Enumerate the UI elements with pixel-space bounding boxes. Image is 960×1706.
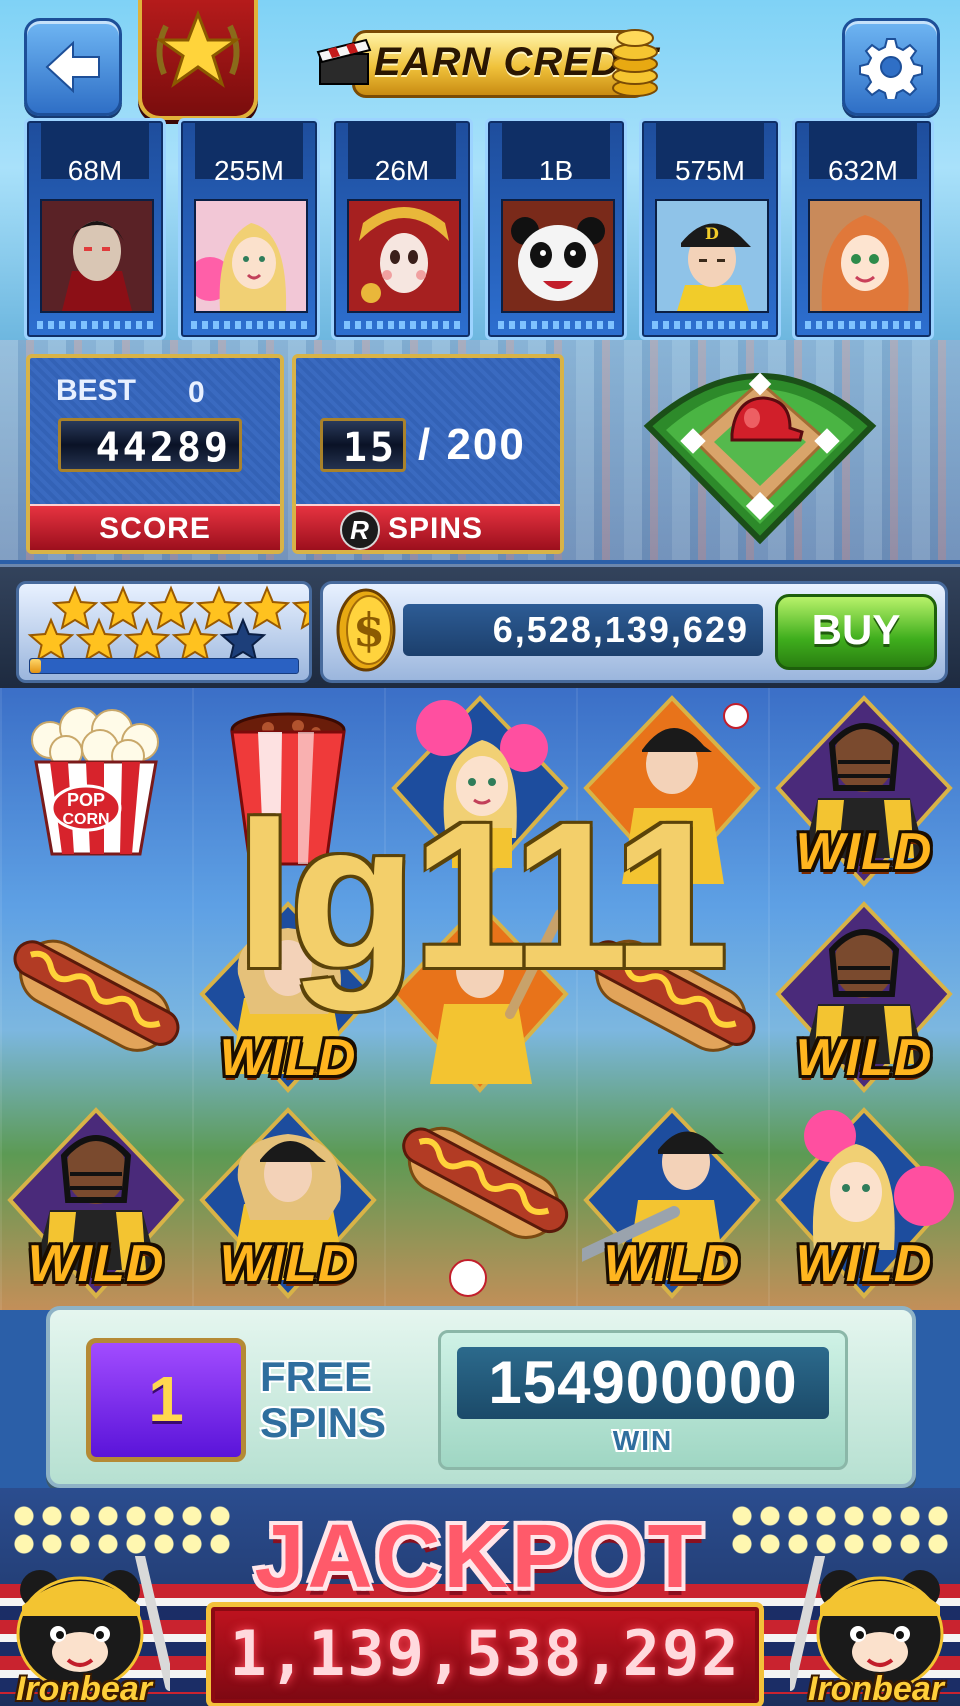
redhead-girl-avatar: [808, 199, 922, 313]
player-card-dots: [498, 321, 614, 329]
reel-cell-pitcher-wild: WILD: [192, 1100, 384, 1300]
player-credit: 1B: [538, 155, 574, 186]
gold-star-laurel-icon: [155, 9, 241, 88]
player-card-6[interactable]: 632M: [792, 118, 934, 340]
player-card-4[interactable]: 1B: [485, 118, 627, 340]
wild-label: WILD: [603, 1235, 741, 1293]
vampire-avatar: [40, 199, 154, 313]
player-credit: 26M: [374, 155, 430, 186]
free-spins-label: FREE SPINS: [260, 1354, 386, 1446]
status-bar: $ 6,528,139,629 BUY: [0, 564, 960, 694]
back-arrow-icon: [45, 40, 100, 94]
earn-credit-button[interactable]: EARN CREDIT: [316, 22, 660, 100]
best-value: 0: [188, 376, 205, 409]
ironbear-logo-right: Ironbear: [807, 1670, 945, 1706]
spins-panel: 15 / 200 R SPINS: [292, 354, 564, 554]
xp-progress-fill: [30, 659, 41, 673]
slot-game-screen: EARN CREDIT 68M 255M 26M 1B 575M D 632M …: [0, 0, 960, 1706]
wild-label: WILD: [795, 1235, 933, 1293]
spins-counter: 15: [320, 418, 406, 472]
player-credit: 255M: [213, 155, 285, 186]
buy-button[interactable]: BUY: [775, 594, 937, 670]
player-card-dots: [344, 321, 460, 329]
cheerleader-avatar: [194, 199, 308, 313]
score-footer: SCORE: [30, 504, 280, 550]
opera-girl-avatar: [347, 199, 461, 313]
baseball-diamond-helmet-icon[interactable]: [640, 356, 880, 548]
player-card-5[interactable]: 575M D: [639, 118, 781, 340]
reel-cell-cheerleader-wild: WILD: [768, 1100, 960, 1300]
score-label: SCORE: [99, 512, 211, 545]
back-button[interactable]: [24, 18, 122, 116]
panda-avatar: [501, 199, 615, 313]
win-box: 154900000 WIN: [438, 1330, 848, 1470]
best-label: BEST: [56, 374, 137, 407]
spins-footer: R SPINS: [296, 504, 560, 550]
rank-badge[interactable]: [138, 0, 258, 120]
wild-label: WILD: [795, 1029, 933, 1087]
wild-label: WILD: [219, 1235, 357, 1293]
player-card-1[interactable]: 68M: [24, 118, 166, 340]
clapperboard-icon: [316, 38, 372, 85]
star-filled-icon: [291, 599, 309, 630]
player-card-2[interactable]: 255M: [178, 118, 320, 340]
player-credit: 575M: [674, 155, 746, 186]
svg-text:D: D: [705, 224, 719, 243]
dollar-coin-icon: $: [336, 588, 396, 672]
win-amount: 154900000: [457, 1347, 829, 1419]
player-card-dots: [805, 321, 921, 329]
hotdog-icon: [402, 1126, 569, 1297]
settings-button[interactable]: [842, 18, 940, 116]
reel-cell-catcher-wild: WILD: [0, 1100, 192, 1300]
coin-balance-box: $ 6,528,139,629 BUY: [320, 581, 948, 683]
wild-label: WILD: [219, 1029, 357, 1087]
free-spins-count: 1: [86, 1338, 246, 1462]
svg-text:$: $: [353, 603, 385, 657]
wild-label: WILD: [27, 1235, 165, 1293]
player-credit: 68M: [67, 155, 123, 186]
win-label: WIN: [612, 1425, 674, 1456]
star-filled-icon: [99, 585, 147, 630]
star-filled-icon: [51, 585, 99, 630]
gear-icon: [859, 38, 923, 99]
free-spins-label-line-2: SPINS: [260, 1399, 387, 1446]
player-credit: 632M: [827, 155, 899, 186]
level-stars: [27, 585, 309, 662]
ironbear-logo-left: Ironbear: [15, 1670, 153, 1706]
jackpot-area: JACKPOT 1,139,538,292 Ironbear Ironbear: [0, 1488, 960, 1706]
reel-cell-batter-wild: WILD: [576, 1100, 768, 1300]
free-spins-label-line-1: FREE: [260, 1353, 373, 1400]
player-card-dots: [191, 321, 307, 329]
spins-total: / 200: [418, 420, 526, 469]
gold-coins-icon: [612, 29, 658, 97]
score-panel: BEST 0 44289 SCORE: [26, 354, 284, 554]
coin-balance: 6,528,139,629: [403, 604, 763, 656]
player-card-dots: [37, 321, 153, 329]
jackpot-amount: 1,139,538,292: [229, 1617, 741, 1690]
r-logo: R: [340, 510, 380, 550]
reel-cell-hotdog: [384, 1100, 576, 1300]
score-counter: 44289: [58, 418, 242, 472]
star-filled-icon: [195, 585, 243, 630]
baseball-player-avatar: D: [655, 199, 769, 313]
spins-label: SPINS: [388, 512, 484, 545]
xp-progress-bar: [29, 658, 299, 674]
win-panel: 1 FREE SPINS 154900000 WIN: [46, 1306, 916, 1488]
watermark-text: lg111: [235, 780, 729, 1012]
jackpot-board: 1,139,538,292: [206, 1602, 764, 1706]
player-card-dots: [652, 321, 768, 329]
player-card-3[interactable]: 26M: [331, 118, 473, 340]
star-filled-icon: [147, 585, 195, 630]
level-stars-box[interactable]: [16, 581, 312, 683]
star-filled-icon: [243, 585, 291, 630]
